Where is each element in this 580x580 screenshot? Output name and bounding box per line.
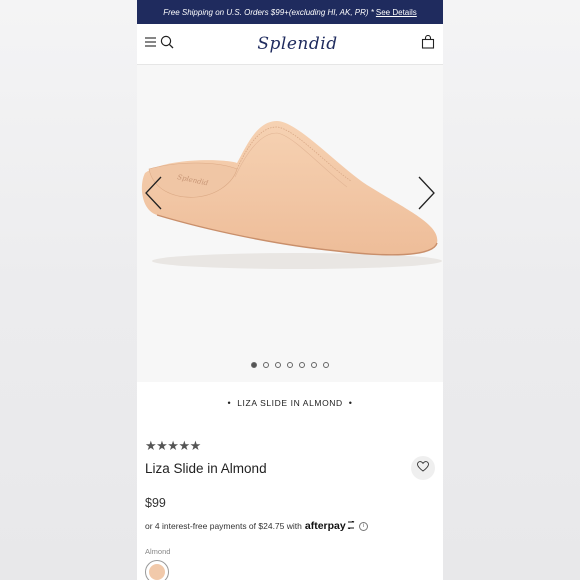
product-info: ★★★★★ Liza Slide in Almond $99 or 4 inte… bbox=[137, 424, 443, 580]
color-label: Almond bbox=[145, 547, 171, 556]
color-swatch-almond[interactable] bbox=[145, 560, 169, 580]
heart-icon bbox=[417, 459, 429, 477]
see-details-link[interactable]: See Details bbox=[376, 8, 417, 17]
previous-image-arrow[interactable] bbox=[143, 175, 165, 211]
next-image-arrow[interactable] bbox=[415, 175, 437, 211]
gallery-dot[interactable] bbox=[299, 362, 305, 368]
search-icon[interactable] bbox=[160, 35, 174, 54]
gallery-dot[interactable] bbox=[311, 362, 317, 368]
gallery-dot[interactable] bbox=[275, 362, 281, 368]
phone-frame: Free Shipping on U.S. Orders $99+(exclud… bbox=[137, 0, 443, 580]
promo-banner: Free Shipping on U.S. Orders $99+(exclud… bbox=[137, 0, 443, 24]
product-image-gallery[interactable]: Splendid bbox=[137, 65, 443, 382]
info-icon[interactable]: i bbox=[358, 521, 368, 531]
caption-text: LIZA SLIDE IN ALMOND bbox=[237, 398, 343, 408]
promo-text: Free Shipping on U.S. Orders $99+(exclud… bbox=[163, 7, 374, 17]
afterpay-arrows-icon bbox=[346, 520, 356, 531]
rating-stars[interactable]: ★★★★★ bbox=[145, 438, 435, 454]
afterpay-logo: afterpay bbox=[304, 520, 346, 532]
gallery-dot[interactable] bbox=[287, 362, 293, 368]
product-image: Splendid bbox=[141, 121, 442, 269]
product-price: $99 bbox=[145, 496, 166, 510]
wishlist-button[interactable] bbox=[411, 456, 435, 480]
gallery-dot[interactable] bbox=[323, 362, 329, 368]
afterpay-installments: or 4 interest-free payments of $24.75 wi… bbox=[145, 520, 435, 532]
gallery-dot[interactable] bbox=[251, 362, 257, 368]
gallery-pagination bbox=[137, 362, 443, 368]
menu-icon[interactable] bbox=[145, 35, 157, 53]
product-title: Liza Slide in Almond bbox=[145, 460, 267, 476]
afterpay-text: or 4 interest-free payments of $24.75 wi… bbox=[145, 521, 302, 531]
gallery-dot[interactable] bbox=[263, 362, 269, 368]
swatch-fill bbox=[149, 564, 165, 580]
site-header: Splendid bbox=[137, 24, 443, 65]
shopping-bag-icon[interactable] bbox=[421, 34, 435, 54]
product-caption: • LIZA SLIDE IN ALMOND • bbox=[227, 398, 353, 408]
brand-logo[interactable]: Splendid bbox=[257, 34, 337, 54]
